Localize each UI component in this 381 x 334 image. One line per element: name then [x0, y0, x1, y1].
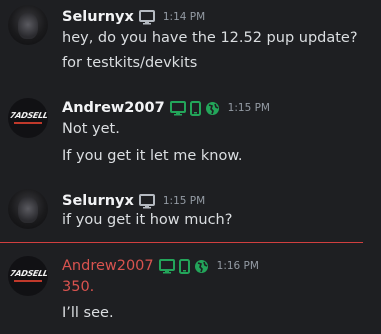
desktop-icon — [138, 9, 155, 24]
username[interactable]: Andrew2007 — [62, 258, 154, 274]
message-header: Selurnyx 1:15 PM — [62, 191, 205, 211]
desktop-icon — [138, 193, 155, 208]
avatar-logo-stripe — [14, 280, 42, 282]
desktop-icon — [169, 100, 186, 115]
message-text: for testkits/devkits — [62, 55, 198, 71]
platform-icons — [158, 258, 213, 274]
mobile-icon — [178, 258, 190, 274]
avatar[interactable] — [8, 189, 48, 229]
message-text: Not yet. — [62, 121, 120, 137]
avatar-face — [18, 197, 38, 223]
avatar[interactable]: 7ADSELL — [8, 98, 48, 138]
web-icon — [194, 259, 208, 273]
web-icon — [205, 101, 219, 115]
mobile-icon — [189, 100, 201, 116]
avatar-logo-text: 7ADSELL — [9, 269, 48, 278]
message-header: Andrew2007 1:15 PM — [62, 98, 270, 118]
message-text: if you get it how much? — [62, 212, 233, 228]
avatar[interactable] — [8, 5, 48, 45]
avatar-logo-text: 7ADSELL — [9, 111, 48, 120]
timestamp: 1:15 PM — [227, 102, 270, 114]
message-header: Andrew2007 1:16 PM — [62, 256, 259, 276]
timestamp: 1:16 PM — [216, 260, 259, 272]
platform-icons — [138, 9, 159, 25]
avatar-logo-stripe — [14, 122, 42, 124]
desktop-icon — [158, 258, 175, 273]
avatar[interactable]: 7ADSELL — [8, 256, 48, 296]
message-text: I’ll see. — [62, 305, 114, 321]
message-text: 350. — [62, 279, 95, 295]
platform-icons — [169, 100, 224, 116]
username[interactable]: Andrew2007 — [62, 100, 165, 116]
message-text: If you get it let me know. — [62, 148, 243, 164]
timestamp: 1:14 PM — [162, 11, 206, 23]
username[interactable]: Selurnyx — [62, 9, 134, 25]
message-text: hey, do you have the 12.52 pup update? — [62, 30, 358, 46]
avatar-face — [18, 13, 38, 39]
platform-icons — [138, 193, 159, 209]
username[interactable]: Selurnyx — [62, 193, 134, 209]
timestamp: 1:15 PM — [162, 195, 206, 207]
chat-log: Selurnyx 1:14 PM hey, do you have the 12… — [0, 0, 381, 334]
message-header: Selurnyx 1:14 PM — [62, 7, 205, 27]
new-messages-divider — [0, 242, 363, 243]
